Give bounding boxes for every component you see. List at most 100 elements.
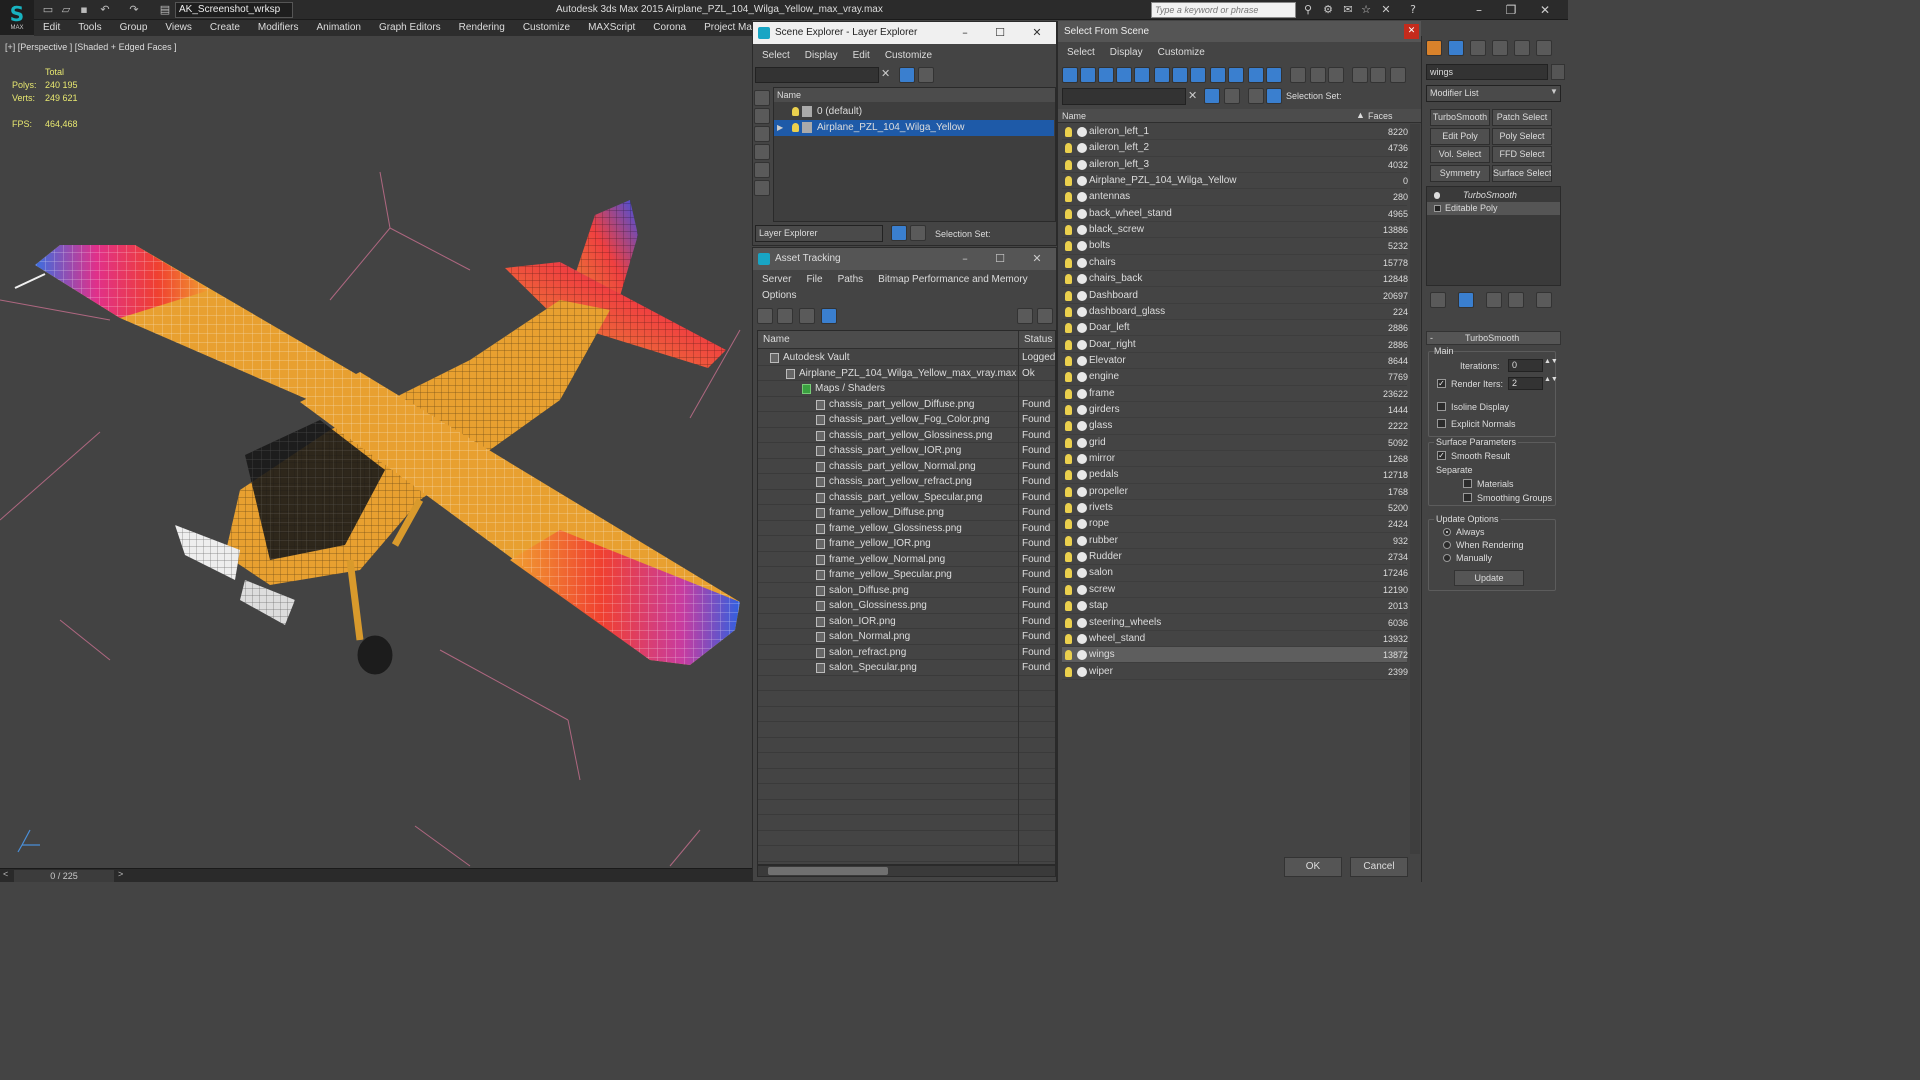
iterations-spinner[interactable]: 0 [1508,359,1543,372]
close-icon[interactable]: ✕ [1026,248,1048,270]
visibility-bulb-icon[interactable] [1065,568,1072,579]
se-display-objects-icon[interactable] [754,90,770,106]
se-filter-icon[interactable] [899,67,915,83]
communication-icon[interactable]: ✉ [1340,2,1356,18]
sfs-filter-icon[interactable] [1204,88,1220,104]
object-row[interactable]: antennas 280 [1062,189,1408,206]
help-icon[interactable]: ? [1405,2,1421,18]
expand-arrow-icon[interactable]: ▶ [777,120,783,136]
visibility-bulb-icon[interactable] [1065,306,1072,317]
surface-select-button[interactable]: Surface Select [1492,165,1552,182]
sfs-hierarchy-icon[interactable] [1266,88,1282,104]
asset-row[interactable]: salon_Specular.png Found [758,660,1055,676]
sfs-col-name[interactable]: Name [1062,111,1086,121]
menu-graph-editors[interactable]: Graph Editors [370,20,450,36]
visibility-bulb-icon[interactable] [1065,617,1072,628]
modify-tab-icon[interactable] [1448,40,1464,56]
menu-rendering[interactable]: Rendering [450,20,514,36]
sfs-lights-icon[interactable] [1098,67,1114,83]
smooth-result-checkbox[interactable]: ✓ [1437,451,1446,460]
object-row[interactable]: glass 2222 [1062,418,1408,435]
sort-ascending-icon[interactable]: ▲ [1356,110,1365,120]
menu-edit[interactable]: Edit [34,20,69,36]
sfs-none-icon[interactable] [1310,67,1326,83]
object-row[interactable]: grid 5092 [1062,435,1408,451]
new-file-icon[interactable]: ▭ [40,2,56,18]
visibility-bulb-icon[interactable] [1065,127,1072,137]
visibility-bulb-icon[interactable] [792,107,799,116]
visibility-bulb-icon[interactable] [1065,257,1072,268]
sfs-hidden-icon[interactable] [1266,67,1282,83]
show-end-result-icon[interactable] [1458,292,1474,308]
separate-smoothing-groups-checkbox[interactable] [1463,493,1472,502]
app-menu-button[interactable]: S MAX [0,0,34,35]
object-row[interactable]: salon 17246 [1062,565,1408,582]
object-row[interactable]: Airplane_PZL_104_Wilga_Yellow 0 [1062,173,1408,190]
at-menu-options[interactable]: Options [753,290,802,301]
sfs-close-icon[interactable]: ✕ [1404,24,1419,39]
object-color-swatch[interactable] [1551,64,1565,80]
viewport-label[interactable]: [+] [Perspective ] [Shaded + Edged Faces… [5,42,177,52]
sfs-col-faces[interactable]: Faces [1368,111,1393,121]
sfs-space-warps-icon[interactable] [1154,67,1170,83]
sfs-filter-b-icon[interactable] [1370,67,1386,83]
sfs-menu-select[interactable]: Select [1058,47,1101,58]
se-sync-icon[interactable] [918,67,934,83]
exchange-icon[interactable]: ✕ [1378,2,1394,18]
visibility-bulb-icon[interactable] [1065,372,1072,383]
at-table-view-icon[interactable] [821,308,837,324]
turbosmooth-rollout-header[interactable]: - TurboSmooth [1426,331,1561,345]
visibility-bulb-icon[interactable] [1065,339,1072,350]
visibility-bulb-icon[interactable] [1065,470,1072,481]
menu-create[interactable]: Create [201,20,249,36]
symmetry-button[interactable]: Symmetry [1430,165,1490,182]
sfs-menu-display[interactable]: Display [1101,47,1149,58]
frame-counter[interactable]: 0 / 225 [14,870,114,882]
hierarchy-tab-icon[interactable] [1470,40,1486,56]
object-row[interactable]: stap 2013 [1062,598,1408,615]
maximize-icon[interactable]: ☐ [989,22,1011,44]
object-row[interactable]: aileron_left_3 4032 [1062,157,1408,173]
se-menu-customize[interactable]: Customize [876,50,938,61]
visibility-bulb-icon[interactable] [1065,388,1072,399]
se-layer-row[interactable]: 0 (default) [774,104,1054,120]
se-menu-edit[interactable]: Edit [844,50,876,61]
object-row[interactable]: propeller 1768 [1062,484,1408,500]
object-row[interactable]: rivets 5200 [1062,500,1408,517]
se-hierarchy-mode-icon[interactable] [910,225,926,241]
sfs-invert-icon[interactable] [1328,67,1344,83]
at-col-status[interactable]: Status [1018,331,1055,349]
asset-row[interactable]: salon_Glossiness.png Found [758,598,1055,614]
at-thumbnail-icon[interactable] [799,308,815,324]
visibility-bulb-icon[interactable] [1065,404,1072,415]
object-row[interactable]: mirror 1268 [1062,451,1408,468]
at-menu-bitmap-performance[interactable]: Bitmap Performance and Memory [869,274,1034,285]
visibility-bulb-icon[interactable] [1065,552,1072,563]
object-row[interactable]: black_screw 13886 [1062,222,1408,239]
isoline-display-checkbox[interactable] [1437,402,1446,411]
visibility-bulb-icon[interactable] [1065,274,1072,285]
asset-row[interactable]: salon_refract.png Found [758,645,1055,660]
se-column-header[interactable]: Name [774,88,1055,102]
save-file-icon[interactable]: ▪ [76,2,92,18]
favorites-star-icon[interactable]: ☆ [1358,2,1374,18]
minimize-icon[interactable]: – [954,248,976,270]
poly-select-button[interactable]: Poly Select [1492,128,1552,145]
visibility-bulb-icon[interactable] [1065,633,1072,644]
motion-tab-icon[interactable] [1492,40,1508,56]
sfs-search-input[interactable] [1062,88,1186,105]
visibility-bulb-icon[interactable] [1065,176,1072,187]
chevron-down-icon[interactable]: ▼ [1550,87,1558,96]
object-row[interactable]: Elevator 8644 [1062,353,1408,370]
at-help-icon[interactable] [1017,308,1033,324]
spinner-arrows-icon[interactable]: ▲▼ [1544,358,1558,365]
asset-row[interactable]: Autodesk Vault Logged [758,350,1055,366]
se-menu-display[interactable]: Display [796,50,844,61]
visibility-bulb-icon[interactable] [1065,192,1072,203]
at-col-name[interactable]: Name [758,331,1018,349]
turbosmooth-button[interactable]: TurboSmooth [1430,109,1490,126]
at-menu-paths[interactable]: Paths [829,274,870,285]
perspective-viewport[interactable] [0,36,752,868]
asset-row[interactable]: chassis_part_yellow_Fog_Color.png Found [758,412,1055,428]
at-horizontal-scrollbar[interactable] [757,865,1056,877]
